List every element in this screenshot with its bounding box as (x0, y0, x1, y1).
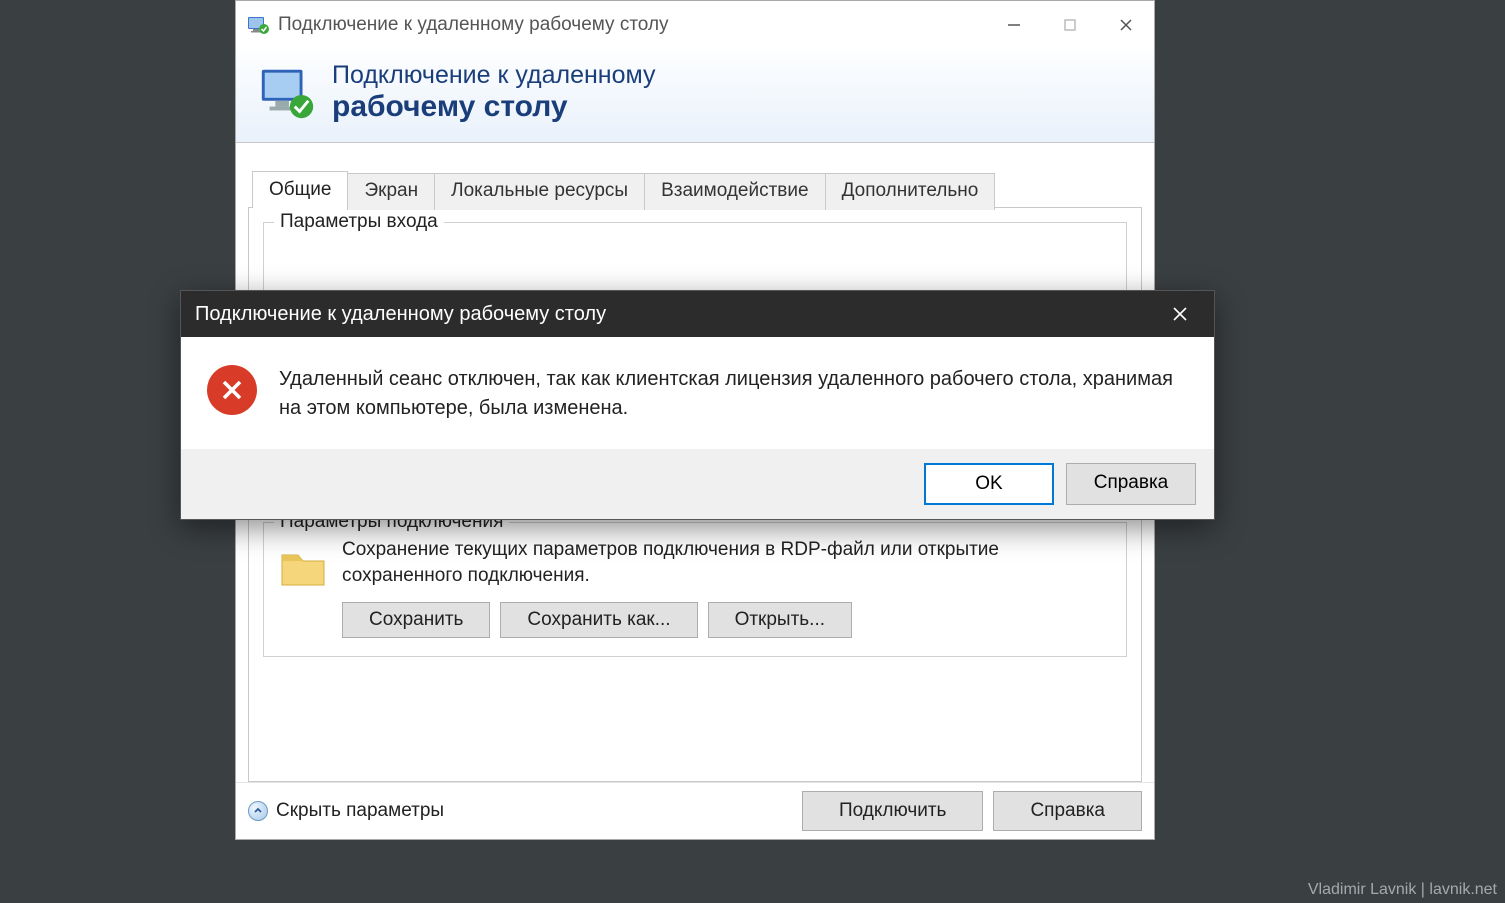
open-button[interactable]: Открыть... (708, 602, 852, 638)
chevron-up-icon (248, 801, 268, 821)
bottom-bar: Скрыть параметры Подключить Справка (236, 782, 1154, 839)
hide-params-toggle[interactable]: Скрыть параметры (248, 800, 792, 822)
rdp-app-icon (246, 13, 270, 37)
tab-advanced[interactable]: Дополнительно (825, 173, 996, 210)
banner: Подключение к удаленному рабочему столу (236, 49, 1154, 143)
titlebar: Подключение к удаленному рабочему столу (236, 1, 1154, 49)
connection-params-desc: Сохранение текущих параметров подключени… (342, 537, 1112, 588)
error-dialog-footer: OK Справка (181, 449, 1214, 519)
error-dialog: Подключение к удаленному рабочему столу … (180, 290, 1215, 520)
tab-local-resources[interactable]: Локальные ресурсы (434, 173, 645, 210)
save-button[interactable]: Сохранить (342, 602, 490, 638)
error-dialog-body: Удаленный сеанс отключен, так как клиент… (181, 337, 1214, 449)
error-icon (207, 365, 257, 415)
error-ok-button[interactable]: OK (924, 463, 1054, 505)
error-help-button[interactable]: Справка (1066, 463, 1196, 505)
tab-general[interactable]: Общие (252, 171, 348, 208)
save-as-button[interactable]: Сохранить как... (500, 602, 697, 638)
error-dialog-titlebar: Подключение к удаленному рабочему столу (181, 291, 1214, 337)
connect-button[interactable]: Подключить (802, 791, 983, 831)
maximize-button[interactable] (1042, 1, 1098, 49)
hide-params-label: Скрыть параметры (276, 800, 444, 822)
watermark: Vladimir Lavnik | lavnik.net (1308, 881, 1497, 899)
login-params-legend: Параметры входа (274, 211, 444, 233)
close-button[interactable] (1098, 1, 1154, 49)
minimize-button[interactable] (986, 1, 1042, 49)
window-title: Подключение к удаленному рабочему столу (278, 14, 986, 36)
error-message: Удаленный сеанс отключен, так как клиент… (279, 365, 1188, 423)
banner-line1: Подключение к удаленному (332, 61, 656, 90)
tab-interaction[interactable]: Взаимодействие (644, 173, 826, 210)
folder-icon (278, 541, 328, 591)
tab-strip: Общие Экран Локальные ресурсы Взаимодейс… (248, 171, 1142, 208)
error-dialog-title: Подключение к удаленному рабочему столу (195, 303, 1160, 326)
main-help-button[interactable]: Справка (993, 791, 1142, 831)
error-dialog-close-button[interactable] (1160, 306, 1200, 322)
window-controls (986, 1, 1154, 49)
connection-params-group: Параметры подключения Сохранение текущих… (263, 522, 1127, 657)
tab-screen[interactable]: Экран (347, 173, 435, 210)
banner-line2: рабочему столу (332, 90, 656, 124)
rdp-banner-icon (256, 62, 318, 124)
